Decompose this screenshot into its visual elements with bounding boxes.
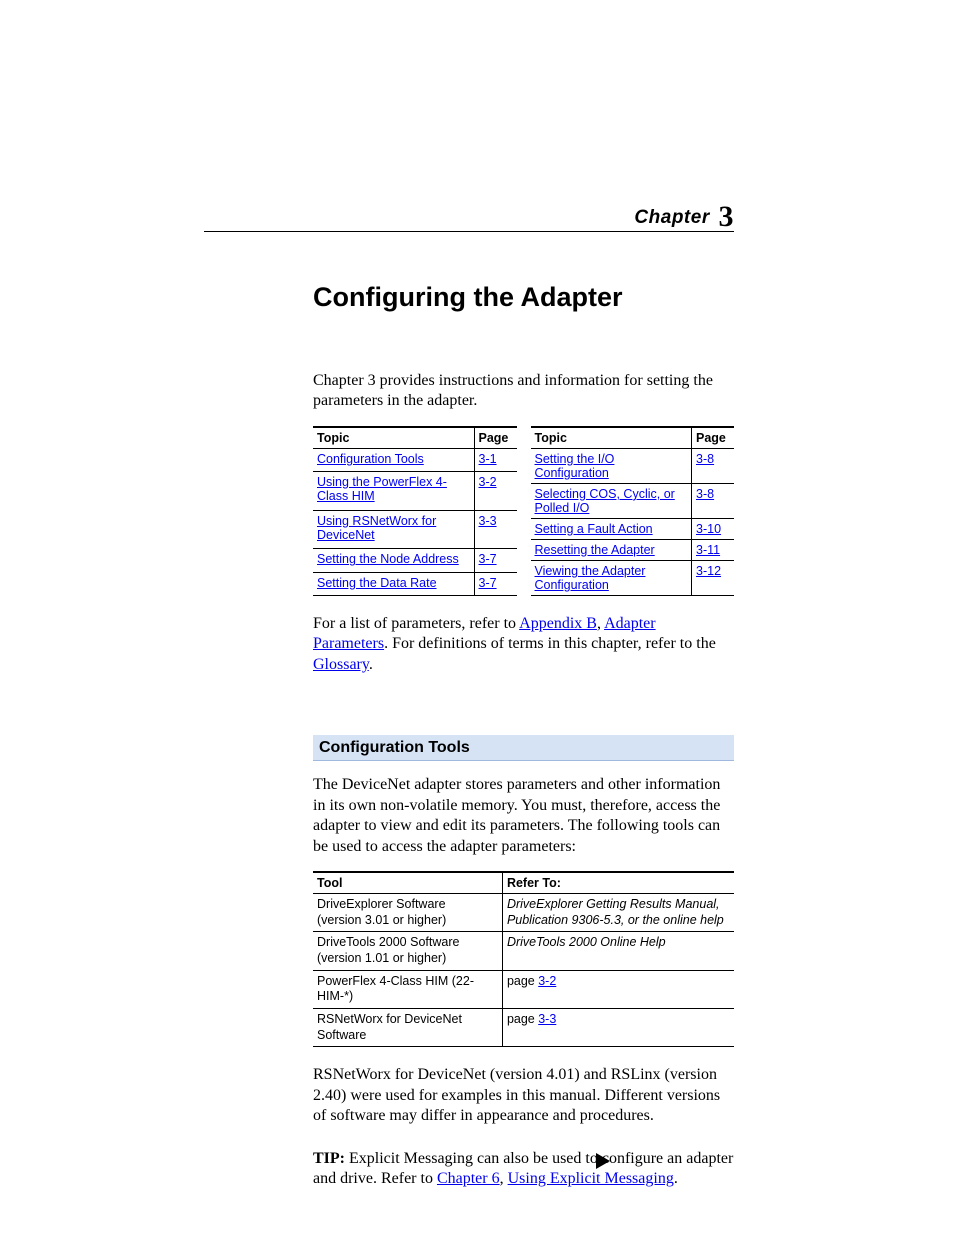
link-chapter-6[interactable]: Chapter 6 <box>437 1170 500 1187</box>
topic-link[interactable]: Configuration Tools <box>317 452 424 466</box>
refer-cell: page 3-3 <box>502 1008 734 1046</box>
page-link[interactable]: 3-10 <box>696 522 721 536</box>
chapter-number: 3 <box>719 200 735 233</box>
refer-cell: page 3-2 <box>502 970 734 1008</box>
chapter-label: Chapter 3 <box>634 200 734 234</box>
topic-link[interactable]: Setting the Node Address <box>317 552 459 566</box>
topic-link[interactable]: Using the PowerFlex 4-Class HIM <box>317 475 447 503</box>
page-link[interactable]: 3-7 <box>479 552 497 566</box>
section-heading-configuration-tools: Configuration Tools <box>313 735 734 761</box>
table-row: Setting the Node Address 3-7 <box>313 549 517 572</box>
page-link[interactable]: 3-8 <box>696 452 714 466</box>
th-page: Page <box>474 427 517 449</box>
tool-cell: PowerFlex 4-Class HIM (22-HIM-*) <box>313 970 502 1008</box>
page-link[interactable]: 3-11 <box>696 543 720 557</box>
tool-cell: RSNetWorx for DeviceNet Software <box>313 1008 502 1046</box>
refer-cell: DriveExplorer Getting Results Manual, Pu… <box>502 894 734 932</box>
section-intro: The DeviceNet adapter stores parameters … <box>313 775 734 857</box>
topic-tables: Topic Page Configuration Tools 3-1 Using t… <box>313 426 734 596</box>
reference-paragraph: For a list of parameters, refer to Appen… <box>313 614 734 675</box>
table-row: DriveExplorer Software(version 3.01 or h… <box>313 894 734 932</box>
topic-link[interactable]: Resetting the Adapter <box>535 543 655 557</box>
th-page: Page <box>692 427 735 449</box>
page-title: Configuring the Adapter <box>313 282 734 313</box>
topic-link[interactable]: Setting the Data Rate <box>317 576 437 590</box>
table-row: PowerFlex 4-Class HIM (22-HIM-*)page 3-2 <box>313 970 734 1008</box>
th-refer: Refer To: <box>502 872 734 894</box>
tip-arrow-icon <box>596 1153 610 1169</box>
tip-label: TIP: <box>313 1150 345 1167</box>
link-glossary[interactable]: Glossary <box>313 656 369 673</box>
topic-table-right: Topic Page Setting the I/O Configuration… <box>531 426 735 596</box>
refer-cell: DriveTools 2000 Online Help <box>502 932 734 970</box>
table-row: Setting a Fault Action 3-10 <box>531 518 735 539</box>
page-link[interactable]: 3-7 <box>479 576 497 590</box>
tip-paragraph: TIP: Explicit Messaging can also be used… <box>313 1149 734 1190</box>
chapter-word: Chapter <box>634 207 709 228</box>
topic-link[interactable]: Setting a Fault Action <box>535 522 653 536</box>
th-topic: Topic <box>313 427 474 449</box>
page: Chapter 3 Configuring the Adapter Chapte… <box>0 0 954 1235</box>
intro-paragraph: Chapter 3 provides instructions and info… <box>313 371 734 412</box>
topic-link[interactable]: Using RSNetWorx for DeviceNet <box>317 514 436 542</box>
topic-right-body: Setting the I/O Configuration3-8Selectin… <box>531 448 735 595</box>
topic-left-body: Configuration Tools 3-1 Using the PowerFle… <box>313 448 517 595</box>
page-link[interactable]: 3-2 <box>479 475 497 489</box>
table-row: Selecting COS, Cyclic, or Polled I/O 3-8 <box>531 483 735 518</box>
table-row: Setting the I/O Configuration 3-8 <box>531 448 735 483</box>
page-link[interactable]: 3-3 <box>479 514 497 528</box>
topic-link[interactable]: Setting the I/O Configuration <box>535 452 615 480</box>
table-row: Viewing the Adapter Configuration 3-12 <box>531 560 735 595</box>
tools-table: Tool Refer To: DriveExplorer Software(ve… <box>313 871 734 1047</box>
table-row: RSNetWorx for DeviceNet Softwarepage 3-3 <box>313 1008 734 1046</box>
table-row: Using RSNetWorx for DeviceNet 3-3 <box>313 510 517 549</box>
page-link[interactable]: 3-2 <box>538 974 556 988</box>
page-link[interactable]: 3-12 <box>696 564 721 578</box>
tool-cell: DriveTools 2000 Software(version 1.01 or… <box>313 932 502 970</box>
table-row: Configuration Tools 3-1 <box>313 448 517 471</box>
topic-link[interactable]: Viewing the Adapter Configuration <box>535 564 646 592</box>
topic-link[interactable]: Selecting COS, Cyclic, or Polled I/O <box>535 487 675 515</box>
table-row: Setting the Data Rate 3-7 <box>313 572 517 595</box>
th-tool: Tool <box>313 872 502 894</box>
link-explicit-messaging[interactable]: Using Explicit Messaging <box>508 1170 674 1187</box>
topic-table-left: Topic Page Configuration Tools 3-1 Using t… <box>313 426 517 596</box>
version-note: RSNetWorx for DeviceNet (version 4.01) a… <box>313 1065 734 1126</box>
tool-cell: DriveExplorer Software(version 3.01 or h… <box>313 894 502 932</box>
table-row: Using the PowerFlex 4-Class HIM 3-2 <box>313 472 517 511</box>
th-topic: Topic <box>531 427 692 449</box>
table-row: DriveTools 2000 Software(version 1.01 or… <box>313 932 734 970</box>
page-link[interactable]: 3-3 <box>538 1012 556 1026</box>
page-link[interactable]: 3-1 <box>479 452 497 466</box>
link-appendix-b[interactable]: Appendix B <box>519 615 597 632</box>
table-row: Resetting the Adapter 3-11 <box>531 539 735 560</box>
page-link[interactable]: 3-8 <box>696 487 714 501</box>
tools-body: DriveExplorer Software(version 3.01 or h… <box>313 894 734 1047</box>
